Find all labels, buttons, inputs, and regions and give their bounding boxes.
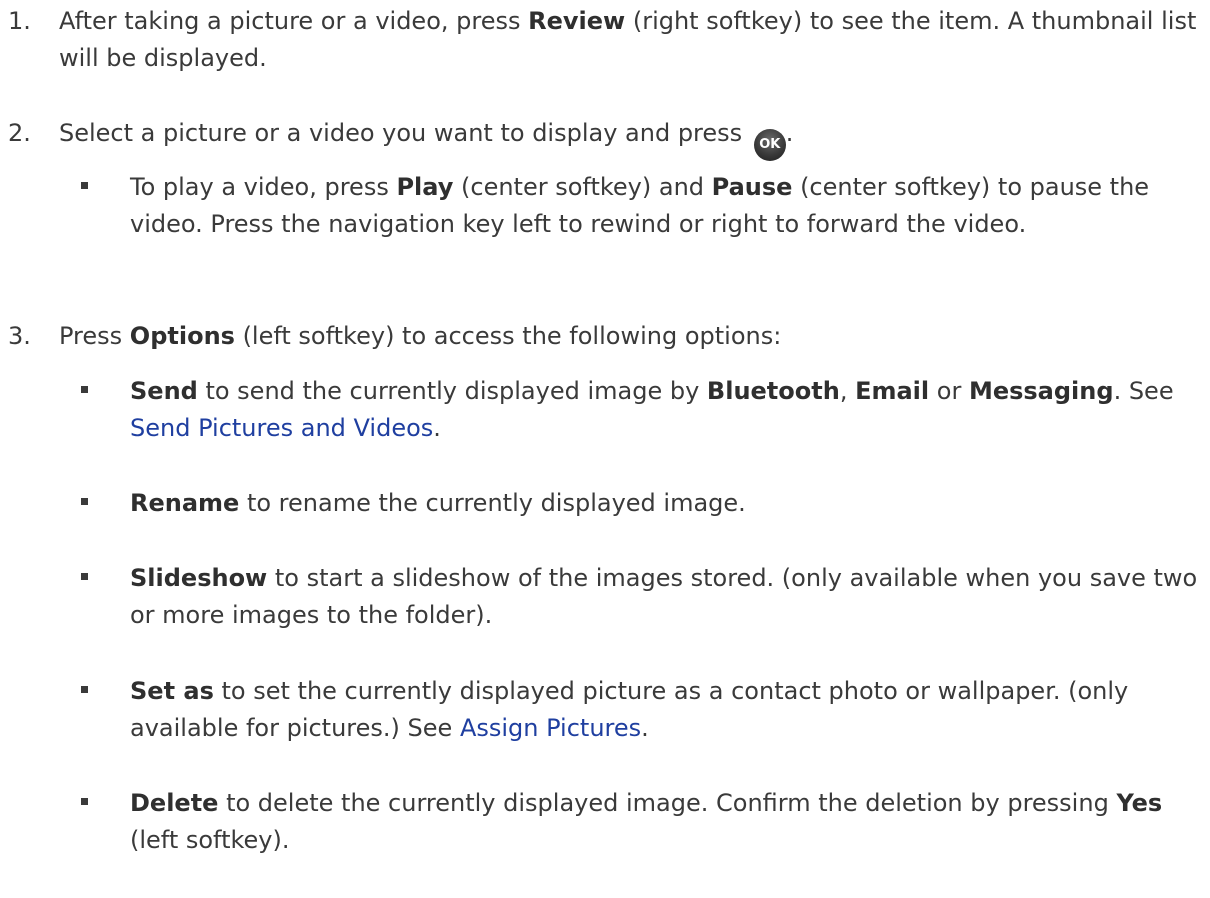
bullet-icon [81, 498, 88, 505]
review-key-label: Review [528, 7, 626, 35]
step-number: 2. [8, 119, 31, 147]
step-number: 3. [8, 322, 31, 350]
list-item-text: Slideshow to start a slideshow of the im… [130, 564, 1198, 629]
list-item-text: Delete to delete the currently displayed… [130, 789, 1163, 854]
step-number: 1. [8, 7, 31, 35]
ok-key-icon: OK [753, 129, 786, 161]
step-text: Press Options (left softkey) to access t… [59, 322, 782, 350]
step-text: After taking a picture or a video, press… [59, 7, 1197, 72]
list-item-text: Rename to rename the currently displayed… [130, 489, 746, 517]
bullet-icon [81, 573, 88, 580]
bullet-icon [81, 182, 88, 189]
send-pictures-videos-link[interactable]: Send Pictures and Videos [130, 414, 433, 442]
pause-key-label: Pause [711, 173, 793, 201]
list-item-text: Send to send the currently displayed ima… [130, 377, 1174, 442]
list-item-text: Set as to set the currently displayed pi… [130, 677, 1129, 742]
options-key-label: Options [129, 322, 235, 350]
bullet-icon [81, 798, 88, 805]
bullet-icon [81, 386, 88, 393]
list-item-text: To play a video, press Play (center soft… [130, 173, 1150, 238]
assign-pictures-link[interactable]: Assign Pictures [460, 714, 641, 742]
play-key-label: Play [396, 173, 454, 201]
bullet-icon [81, 686, 88, 693]
step-text: Select a picture or a video you want to … [59, 115, 1199, 161]
